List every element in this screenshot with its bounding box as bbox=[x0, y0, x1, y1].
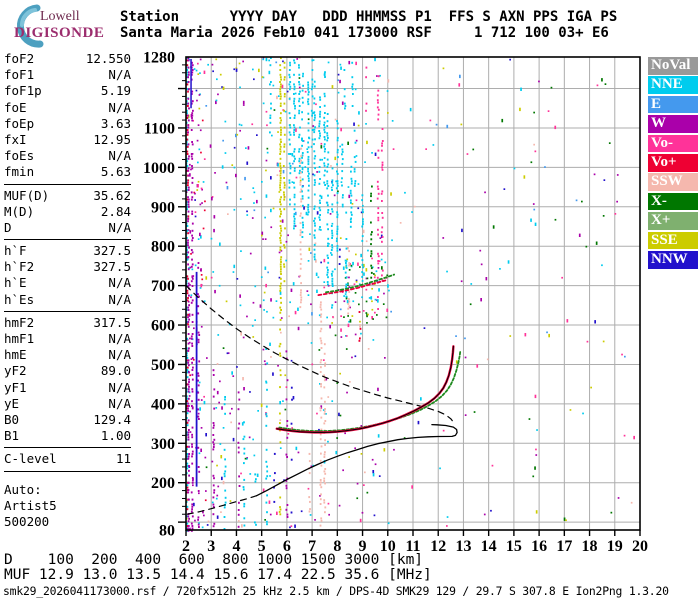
svg-text:800: 800 bbox=[151, 239, 175, 256]
svg-text:1280: 1280 bbox=[143, 50, 175, 67]
legend-item-w: W bbox=[648, 115, 698, 133]
svg-text:19: 19 bbox=[607, 538, 623, 555]
profile-base-dashed bbox=[187, 496, 256, 515]
legend-item-x: X- bbox=[648, 193, 698, 211]
legend-item-vo: Vo+ bbox=[648, 154, 698, 172]
axis-ticks bbox=[178, 65, 640, 536]
y-axis-labels: 1280 1100 1000 900 800 700 600 500 400 300 200 80 bbox=[143, 50, 175, 540]
svg-text:20: 20 bbox=[632, 538, 648, 555]
legend-item-vo: Vo- bbox=[648, 135, 698, 153]
svg-text:900: 900 bbox=[151, 199, 175, 216]
o-trace-fit bbox=[277, 346, 454, 432]
o-trace bbox=[277, 346, 454, 432]
svg-text:1100: 1100 bbox=[144, 120, 175, 137]
svg-text:14: 14 bbox=[481, 538, 497, 555]
transmission-curve bbox=[186, 286, 454, 423]
legend-item-nnw: NNW bbox=[648, 251, 698, 269]
svg-text:600: 600 bbox=[151, 318, 175, 335]
svg-text:12: 12 bbox=[430, 538, 446, 555]
vertical-echo-lines bbox=[191, 59, 197, 487]
ionogram-plot: 2345678910111213141516171819201280110010… bbox=[0, 0, 700, 600]
svg-text:13: 13 bbox=[455, 538, 471, 555]
echo-status-legend: NoValNNE EW Vo-Vo+SSW X-X+ SSENNW bbox=[648, 57, 698, 270]
svg-text:700: 700 bbox=[151, 278, 175, 295]
status-bar: smk29_2026041173000.rsf / 720fx512h 25 k… bbox=[3, 584, 669, 598]
svg-text:80: 80 bbox=[159, 523, 175, 540]
legend-item-sse: SSE bbox=[648, 232, 698, 250]
svg-text:1000: 1000 bbox=[143, 160, 175, 177]
svg-text:15: 15 bbox=[506, 538, 522, 555]
distance-row: D 100 200 400 600 800 1000 1500 3000 [km… bbox=[4, 553, 432, 568]
legend-item-e: E bbox=[648, 96, 698, 114]
svg-text:500: 500 bbox=[151, 357, 175, 374]
muf-row: MUF 12.9 13.0 13.5 14.4 15.6 17.4 22.5 3… bbox=[4, 568, 432, 583]
svg-text:400: 400 bbox=[151, 396, 175, 413]
svg-text:17: 17 bbox=[556, 538, 572, 555]
legend-item-nne: NNE bbox=[648, 76, 698, 94]
svg-text:16: 16 bbox=[531, 538, 547, 555]
legend-item-ssw: SSW bbox=[648, 173, 698, 191]
grid-lines bbox=[186, 57, 640, 530]
muf-table: D 100 200 400 600 800 1000 1500 3000 [km… bbox=[4, 553, 432, 582]
legend-item-x: X+ bbox=[648, 212, 698, 230]
legend-item-noval: NoVal bbox=[648, 57, 698, 75]
svg-text:200: 200 bbox=[151, 475, 175, 492]
svg-text:300: 300 bbox=[151, 436, 175, 453]
x-trace bbox=[279, 352, 460, 431]
svg-text:18: 18 bbox=[582, 538, 598, 555]
